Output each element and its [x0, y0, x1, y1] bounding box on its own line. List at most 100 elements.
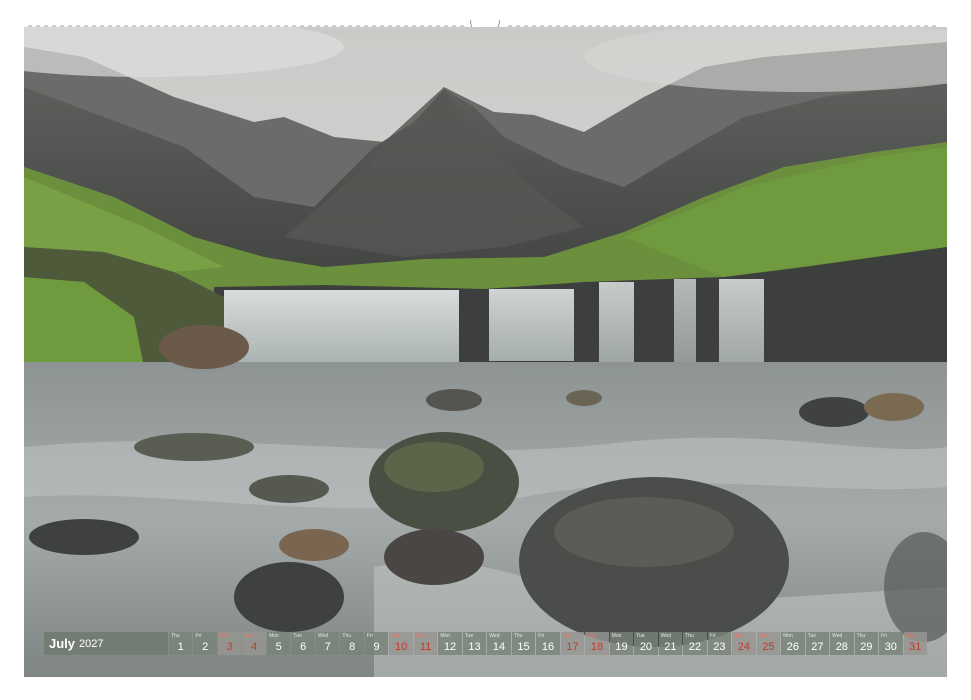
weekday-label: Fri	[538, 633, 545, 639]
day-number: 10	[394, 641, 408, 653]
day-number: 8	[349, 641, 356, 653]
day-number: 2	[202, 641, 209, 653]
weekday-label: Wed	[660, 633, 671, 639]
weekday-label: Tue	[464, 633, 474, 639]
day-number: 4	[251, 641, 258, 653]
landscape-photo	[24, 27, 947, 677]
weekday-label: Thu	[513, 633, 523, 639]
weekday-label: Sun	[758, 633, 768, 639]
day-cell: Thu 8	[340, 632, 364, 655]
weekday-label: Sat	[219, 633, 228, 639]
day-cell: Fri 16	[536, 632, 560, 655]
day-number: 30	[884, 641, 897, 653]
day-cell: Wed 28	[830, 632, 854, 655]
day-number: 16	[541, 641, 555, 653]
month-label: July 2027	[44, 632, 168, 655]
day-cell: Sun 11	[413, 632, 438, 655]
weekday-label: Fri	[195, 633, 202, 639]
day-cell: Fri 30	[879, 632, 903, 655]
weekday-label: Tue	[293, 633, 302, 639]
day-number: 24	[737, 641, 750, 653]
weekday-label: Sun	[244, 633, 254, 639]
day-cell: Sat 24	[732, 632, 756, 655]
weekday-label: Sat	[734, 633, 742, 639]
day-number: 12	[443, 641, 457, 653]
day-cells: Thu 1 Fri 2 Sat 3 Sun 4 Mon 5 Tue 6 Wed 7 Thu 8 Fri 9 Sat 1…	[169, 632, 928, 655]
day-cell: Sat 31	[903, 632, 928, 655]
day-number: 22	[688, 641, 702, 653]
day-cell: Mon 19	[609, 632, 634, 655]
day-number: 29	[860, 641, 873, 653]
day-cell: Mon 5	[266, 632, 291, 655]
day-cell: Wed 7	[315, 632, 340, 655]
weekday-label: Mon	[268, 633, 279, 639]
day-number: 27	[811, 641, 824, 653]
day-cell: Tue 6	[291, 632, 315, 655]
day-number: 20	[639, 641, 653, 653]
day-number: 3	[226, 641, 233, 653]
day-cell: Mon 26	[781, 632, 805, 655]
day-cell: Thu 15	[511, 632, 536, 655]
day-number: 25	[762, 641, 775, 653]
day-number: 21	[664, 641, 677, 653]
weekday-label: Sat	[562, 633, 571, 639]
weekday-label: Mon	[611, 633, 622, 639]
day-number: 23	[713, 641, 726, 653]
weekday-label: Tue	[636, 633, 645, 639]
day-number: 5	[275, 641, 282, 653]
day-number: 11	[419, 641, 432, 653]
day-cell: Thu 1	[169, 632, 193, 655]
weekday-label: Mon	[783, 633, 793, 639]
waterfall-landscape-image	[24, 27, 947, 677]
weekday-label: Thu	[685, 633, 694, 639]
weekday-label: Wed	[317, 633, 329, 639]
weekday-label: Thu	[171, 633, 180, 639]
day-number: 31	[909, 641, 922, 653]
day-cell: Tue 27	[805, 632, 830, 655]
day-cell: Sun 4	[242, 632, 266, 655]
day-cell: Wed 21	[658, 632, 683, 655]
day-cell: Tue 20	[634, 632, 658, 655]
day-cell: Tue 13	[462, 632, 487, 655]
day-number: 17	[566, 641, 579, 653]
day-cell: Fri 9	[364, 632, 389, 655]
day-cell: Sat 10	[389, 632, 413, 655]
day-number: 9	[373, 641, 380, 653]
day-number: 14	[492, 641, 506, 653]
day-number: 26	[786, 641, 799, 653]
weekday-label: Mon	[440, 633, 451, 639]
weekday-label: Thu	[856, 633, 866, 639]
day-cell: Sun 18	[585, 632, 609, 655]
day-cell: Mon 12	[438, 632, 462, 655]
day-number: 19	[615, 641, 628, 653]
day-cell: Thu 22	[683, 632, 707, 655]
day-number: 6	[300, 641, 307, 653]
day-cell: Fri 2	[193, 632, 217, 655]
weekday-label: Thu	[342, 633, 352, 639]
day-cell: Thu 29	[854, 632, 879, 655]
month-name: July	[49, 636, 76, 651]
weekday-label: Sat	[391, 633, 399, 639]
day-number: 1	[177, 641, 184, 653]
day-number: 13	[468, 641, 481, 653]
day-cell: Sun 25	[756, 632, 781, 655]
day-cell: Sat 3	[217, 632, 242, 655]
weekday-label: Sun	[415, 633, 425, 639]
day-cell: Wed 14	[487, 632, 511, 655]
calendar-bar: July 2027 Thu 1 Fri 2 Sat 3 Sun 4 Mon 5 Tue 6 Wed 7 Th…	[44, 632, 928, 655]
weekday-label: Wed	[489, 633, 500, 639]
weekday-label: Fri	[881, 633, 887, 639]
day-cell: Sat 17	[560, 632, 585, 655]
day-number: 7	[324, 641, 331, 653]
year: 2027	[79, 637, 104, 650]
weekday-label: Tue	[807, 633, 817, 639]
weekday-label: Sun	[587, 633, 597, 639]
weekday-label: Fri	[709, 633, 716, 639]
day-number: 15	[517, 641, 530, 653]
day-number: 28	[835, 641, 848, 653]
weekday-label: Sat	[905, 633, 914, 639]
day-cell: Fri 23	[707, 632, 732, 655]
weekday-label: Wed	[832, 633, 843, 639]
weekday-label: Fri	[366, 633, 373, 639]
day-number: 18	[590, 641, 604, 653]
